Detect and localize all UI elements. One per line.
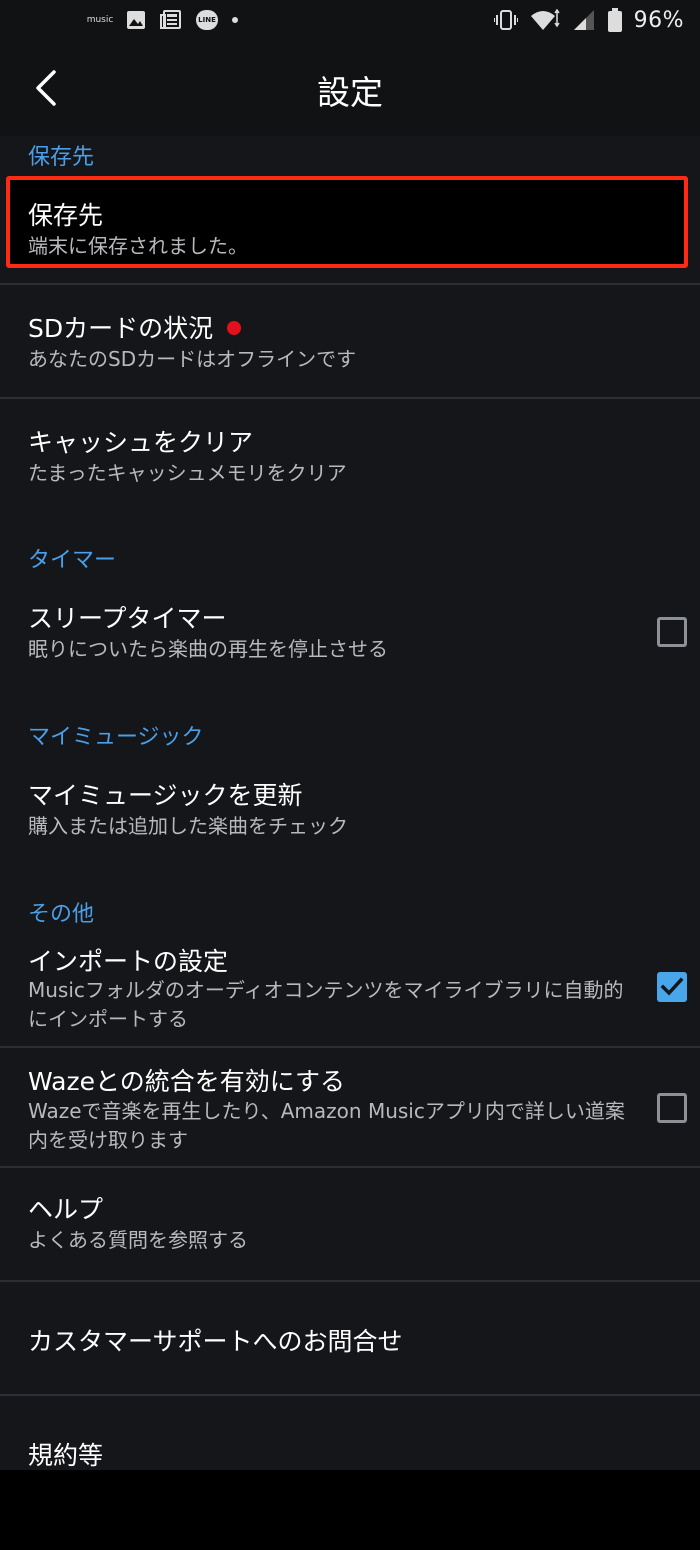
setting-title: インポートの設定 [28,947,229,976]
sleep-timer-checkbox[interactable] [657,617,687,647]
setting-subtitle: Musicフォルダのオーディオコンテンツをマイライブラリに自動的にインポートする [28,978,624,1031]
setting-title: キャッシュをクリア [28,428,254,457]
setting-title: カスタマーサポートへのお問合せ [28,1327,403,1356]
line-app-icon: LINE [196,10,218,30]
notification-icons: music LINE [86,6,238,34]
signal-icon [572,9,596,31]
setting-title: ヘルプ [28,1195,104,1224]
setting-subtitle: 眠りについたら楽曲の再生を停止させる [28,637,388,661]
setting-refresh-my-music[interactable]: マイミュージックを更新 購入または追加した楽曲をチェック [0,758,700,853]
setting-help[interactable]: ヘルプ よくある質問を参照する [0,1168,700,1280]
app-bar: 設定 [0,40,700,136]
setting-storage-location[interactable]: 保存先 端末に保存されました。 [0,176,700,268]
setting-subtitle: 購入または追加した楽曲をチェック [28,814,348,838]
line-label: LINE [198,16,216,24]
setting-title: SDカードの状況 [28,309,242,345]
setting-clear-cache[interactable]: キャッシュをクリア たまったキャッシュメモリをクリア [0,399,700,511]
setting-sleep-timer[interactable]: スリープタイマー 眠りについたら楽曲の再生を停止させる [0,581,700,676]
settings-list: 保存先 保存先 端末に保存されました。 SDカードの状況 あなたのSDカードはオ… [0,136,700,1470]
image-icon [126,10,146,30]
setting-customer-support[interactable]: カスタマーサポートへのお問合せ [0,1282,700,1394]
system-icons: 96% [493,6,684,34]
sd-card-title-text: SDカードの状況 [28,314,214,343]
battery-percentage: 96% [633,7,684,33]
setting-subtitle: たまったキャッシュメモリをクリア [28,461,347,485]
setting-title: 規約等 [28,1441,104,1470]
setting-title: Wazeとの統合を有効にする [28,1067,345,1096]
setting-import[interactable]: インポートの設定 Musicフォルダのオーディオコンテンツをマイライブラリに自動… [0,934,700,1046]
setting-subtitle: Wazeで音楽を再生したり、Amazon Musicアプリ内で詳しい道案内を受け… [28,1099,625,1152]
sd-card-alert-dot [227,321,242,335]
setting-terms[interactable]: 規約等 [0,1396,700,1470]
setting-title: 保存先 [28,201,104,230]
setting-sd-card-status[interactable]: SDカードの状況 あなたのSDカードはオフラインです [0,285,700,397]
section-header-my-music: マイミュージック [28,725,204,750]
waze-checkbox[interactable] [657,1093,687,1123]
page-title: 設定 [317,73,383,112]
wifi-icon [530,9,560,31]
music-label: music [86,15,114,25]
section-header-storage: 保存先 [28,145,95,170]
more-notifications-dot [232,17,238,23]
setting-subtitle: 端末に保存されました。 [28,234,248,258]
setting-title: スリープタイマー [28,604,227,633]
battery-icon [607,8,622,32]
import-checkbox[interactable] [657,972,687,1002]
setting-title: マイミュージックを更新 [28,781,303,810]
news-icon [160,10,182,30]
section-header-other: その他 [28,902,95,927]
status-bar: music LINE 96% [0,0,700,40]
section-header-timer: タイマー [28,548,117,573]
setting-waze-integration[interactable]: Wazeとの統合を有効にする Wazeで音楽を再生したり、Amazon Musi… [0,1048,700,1166]
navigation-bar-area [0,1470,700,1550]
amazon-music-notification-icon: music [86,15,114,25]
vibrate-icon [493,9,518,31]
setting-subtitle: よくある質問を参照する [28,1228,248,1252]
setting-subtitle: あなたのSDカードはオフラインです [28,347,357,371]
